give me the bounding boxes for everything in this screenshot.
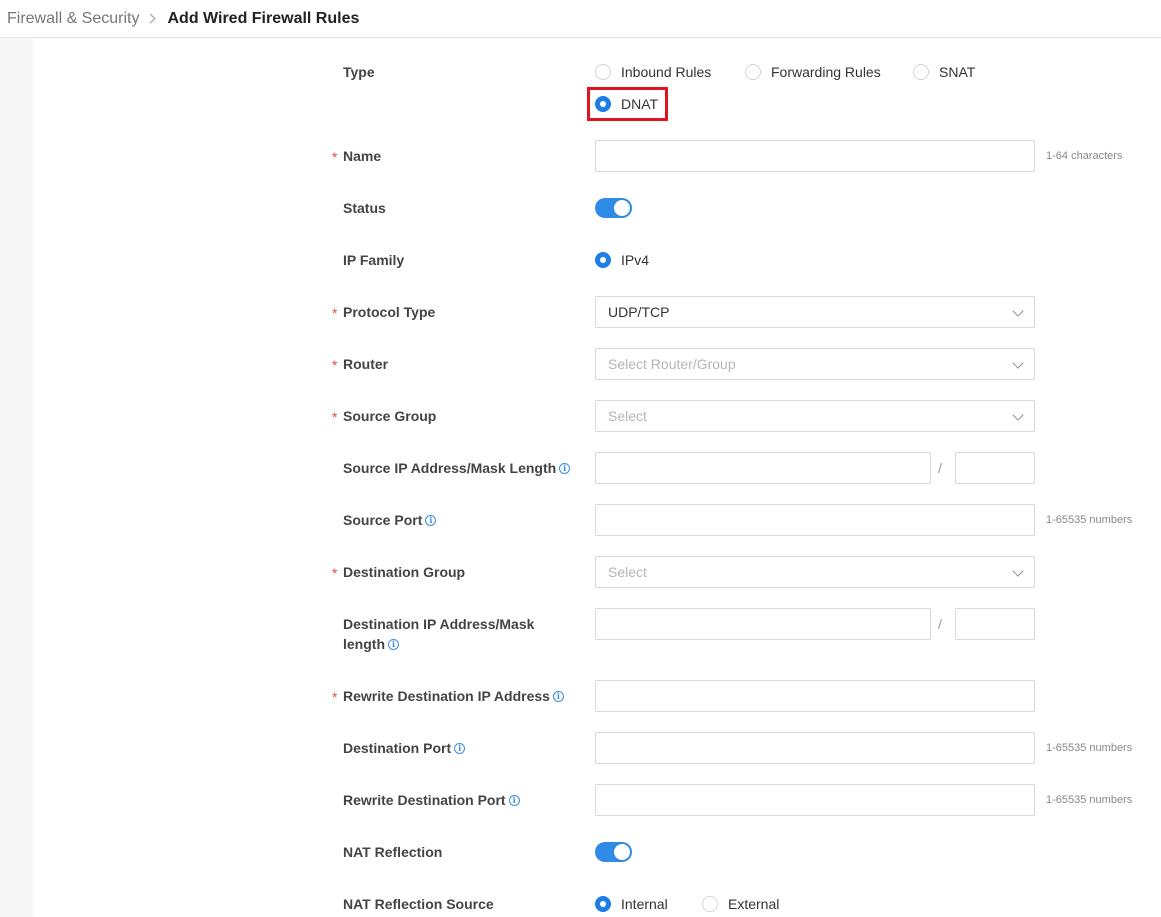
ip-family-label: IP Family <box>343 252 405 268</box>
required-asterisk: * <box>332 305 338 321</box>
form-panel: Type Inbound Rules Forwarding Rules SNAT… <box>33 39 1161 917</box>
chevron-right-icon <box>149 13 157 24</box>
rewrite-destination-ip-input[interactable] <box>595 680 1035 712</box>
required-asterisk: * <box>332 357 338 373</box>
destination-port-input[interactable] <box>595 732 1035 764</box>
radio-label: IPv4 <box>621 252 650 268</box>
source-mask-input[interactable] <box>955 452 1035 484</box>
nat-reflection-label: NAT Reflection <box>343 844 443 860</box>
router-label-wrap: * Router <box>332 354 389 374</box>
type-radio-forwarding[interactable]: Forwarding Rules <box>745 64 881 80</box>
rewrite-destination-port-input[interactable] <box>595 784 1035 816</box>
radio-label: Forwarding Rules <box>771 64 881 80</box>
ip-family-radio-ipv4[interactable]: IPv4 <box>595 252 649 268</box>
protocol-type-select[interactable]: UDP/TCP <box>595 296 1035 328</box>
rewrite-destination-ip-label: Rewrite Destination IP Address <box>343 688 550 704</box>
source-group-label: Source Group <box>343 408 437 424</box>
chevron-down-icon <box>1012 565 1024 577</box>
protocol-type-label: Protocol Type <box>343 304 436 320</box>
info-icon[interactable]: i <box>454 742 466 754</box>
source-group-label-wrap: * Source Group <box>332 406 437 426</box>
chevron-down-icon <box>1012 357 1024 369</box>
destination-port-label: Destination Port <box>343 740 452 756</box>
radio-checked-icon <box>595 252 611 268</box>
radio-unchecked-icon <box>702 896 718 912</box>
nat-reflection-source-radio-external[interactable]: External <box>702 896 779 912</box>
radio-unchecked-icon <box>745 64 761 80</box>
destination-group-placeholder: Select <box>608 564 647 580</box>
destination-ip-label-line2: length <box>343 636 385 652</box>
status-toggle[interactable] <box>595 198 632 218</box>
router-placeholder: Select Router/Group <box>608 356 736 372</box>
rewrite-destination-port-label-wrap: Rewrite Destination Port i <box>343 790 520 810</box>
source-ip-label: Source IP Address/Mask Length <box>343 460 557 476</box>
chevron-down-icon <box>1012 409 1024 421</box>
name-input[interactable] <box>595 140 1035 172</box>
protocol-type-label-wrap: * Protocol Type <box>332 302 436 322</box>
destination-mask-input[interactable] <box>955 608 1035 640</box>
name-label: Name <box>343 148 382 164</box>
rewrite-destination-port-hint: 1-65535 numbers <box>1046 794 1133 806</box>
breadcrumb: Firewall & Security Add Wired Firewall R… <box>0 0 1161 38</box>
info-icon[interactable]: i <box>388 638 399 650</box>
radio-unchecked-icon <box>595 64 611 80</box>
required-asterisk: * <box>332 565 338 581</box>
radio-label: Inbound Rules <box>621 64 712 80</box>
source-group-placeholder: Select <box>608 408 647 424</box>
type-radio-inbound[interactable]: Inbound Rules <box>595 64 711 80</box>
source-group-select[interactable]: Select <box>595 400 1035 432</box>
name-hint: 1-64 characters <box>1046 150 1123 162</box>
radio-label: Internal <box>621 896 668 912</box>
nat-reflection-source-label: NAT Reflection Source <box>343 896 494 912</box>
rewrite-destination-ip-label-wrap: * Rewrite Destination IP Address i <box>332 686 564 706</box>
destination-ip-input[interactable] <box>595 608 931 640</box>
destination-group-label: Destination Group <box>343 564 466 580</box>
router-label: Router <box>343 356 389 372</box>
destination-port-hint: 1-65535 numbers <box>1046 742 1133 754</box>
source-port-label: Source Port <box>343 512 423 528</box>
chevron-down-icon <box>1012 305 1024 317</box>
destination-port-label-wrap: Destination Port i <box>343 738 466 758</box>
info-icon[interactable]: i <box>559 462 571 474</box>
destination-ip-label-wrap: Destination IP Address/Mask length i <box>343 614 534 654</box>
destination-ip-separator: / <box>938 616 942 632</box>
source-port-label-wrap: Source Port i <box>343 510 437 530</box>
radio-label: External <box>728 896 780 912</box>
info-icon[interactable]: i <box>508 794 520 806</box>
rewrite-destination-port-label: Rewrite Destination Port <box>343 792 506 808</box>
nat-reflection-source-radio-internal[interactable]: Internal <box>595 896 668 912</box>
source-ip-separator: / <box>938 460 942 476</box>
toggle-knob <box>614 844 630 860</box>
page-title: Add Wired Firewall Rules <box>167 9 360 27</box>
status-label: Status <box>343 200 386 216</box>
radio-unchecked-icon <box>913 64 929 80</box>
nat-reflection-toggle[interactable] <box>595 842 632 862</box>
protocol-type-value: UDP/TCP <box>608 304 670 320</box>
info-icon[interactable]: i <box>425 514 437 526</box>
radio-checked-icon <box>595 896 611 912</box>
destination-ip-label-line1: Destination IP Address/Mask <box>343 616 535 632</box>
info-icon[interactable]: i <box>552 690 564 702</box>
source-ip-label-wrap: Source IP Address/Mask Length i <box>343 458 571 478</box>
type-label: Type <box>343 64 375 80</box>
destination-group-label-wrap: * Destination Group <box>332 562 466 582</box>
destination-group-select[interactable]: Select <box>595 556 1035 588</box>
source-port-input[interactable] <box>595 504 1035 536</box>
source-ip-input[interactable] <box>595 452 931 484</box>
required-asterisk: * <box>332 409 338 425</box>
breadcrumb-parent-link[interactable]: Firewall & Security <box>7 10 139 28</box>
name-label-wrap: * Name <box>332 146 382 166</box>
radio-label: SNAT <box>939 64 976 80</box>
source-port-hint: 1-65535 numbers <box>1046 514 1133 526</box>
toggle-knob <box>614 200 630 216</box>
required-asterisk: * <box>332 689 338 705</box>
required-asterisk: * <box>332 149 338 165</box>
router-select[interactable]: Select Router/Group <box>595 348 1035 380</box>
dnat-highlight-box <box>587 87 668 121</box>
type-radio-snat[interactable]: SNAT <box>913 64 975 80</box>
